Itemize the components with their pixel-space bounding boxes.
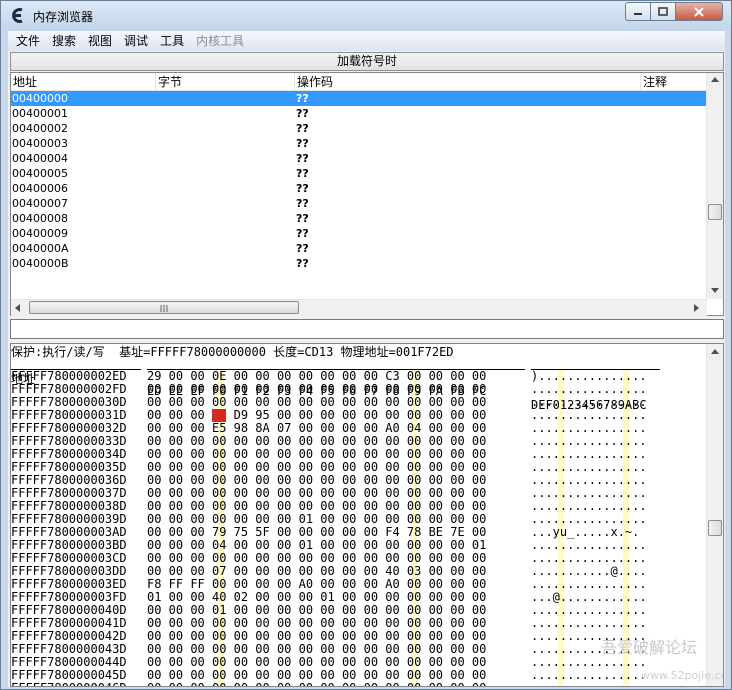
row-opcode: ?? <box>296 152 309 165</box>
disassembler-row[interactable]: 00400009?? <box>11 226 708 241</box>
menu-view[interactable]: 视图 <box>82 31 118 51</box>
hex-byte[interactable]: 00 <box>212 682 226 687</box>
address-input[interactable] <box>10 319 724 339</box>
watermark-url: www.52pojie.cn <box>641 669 728 682</box>
disassembler-row[interactable]: 00400008?? <box>11 211 708 226</box>
disassembler-rows: 00400000?? 00400001?? 00400002?? 00400003??… <box>11 91 708 271</box>
disassembler-row[interactable]: 00400004?? <box>11 151 708 166</box>
column-bytes[interactable]: 字节 <box>156 73 295 91</box>
row-address: 00400000 <box>12 92 68 105</box>
disassembler-header: 地址 字节 操作码 注释 <box>11 73 707 91</box>
column-comment[interactable]: 注释 <box>641 73 707 91</box>
memory-viewer-window: 内存浏览器 文件 搜索 视图 调试 工具 内核工具 加载符号时 地址 字节 操作… <box>0 0 732 690</box>
close-button[interactable] <box>675 2 723 21</box>
disassembler-vscroll-thumb[interactable] <box>708 204 722 220</box>
row-address: 0040000B <box>12 257 69 270</box>
hex-byte[interactable]: 00 <box>255 682 269 687</box>
disassembler-row[interactable]: 00400007?? <box>11 196 708 211</box>
disassembler-row[interactable]: 00400000?? <box>11 91 708 106</box>
row-opcode: ?? <box>296 92 309 105</box>
hex-row-address: FFFFF7800000046D <box>11 682 127 687</box>
row-opcode: ?? <box>296 212 309 225</box>
scroll-left-icon[interactable] <box>15 304 20 312</box>
hex-byte[interactable]: 00 <box>277 682 291 687</box>
hex-row-ascii: ................ <box>531 682 647 687</box>
minimize-button[interactable] <box>625 2 651 21</box>
hex-info-line: 保护:执行/读/写 基址=FFFFF78000000000 长度=CD13 物理… <box>11 345 454 359</box>
row-opcode: ?? <box>296 257 309 270</box>
row-address: 00400009 <box>12 227 68 240</box>
hex-byte[interactable]: 00 <box>342 682 356 687</box>
column-opcode[interactable]: 操作码 <box>295 73 641 91</box>
row-opcode: ?? <box>296 107 309 120</box>
disassembler-row[interactable]: 00400003?? <box>11 136 708 151</box>
row-address: 00400003 <box>12 137 68 150</box>
hex-vscrollbar[interactable] <box>706 344 723 686</box>
hex-byte[interactable]: 00 <box>320 682 334 687</box>
hex-byte[interactable]: 00 <box>190 682 204 687</box>
disassembler-row[interactable]: 0040000A?? <box>11 241 708 256</box>
client-area: 文件 搜索 视图 调试 工具 内核工具 加载符号时 地址 字节 操作码 注释 0… <box>8 31 725 687</box>
disassembler-hscroll-thumb[interactable] <box>29 301 299 314</box>
hex-byte[interactable]: 00 <box>407 682 421 687</box>
disassembler-row[interactable]: 0040000B?? <box>11 256 708 271</box>
disassembler-row[interactable]: 00400005?? <box>11 166 708 181</box>
row-address: 00400002 <box>12 122 68 135</box>
row-address: 0040000A <box>12 242 69 255</box>
menu-debug[interactable]: 调试 <box>118 31 154 51</box>
disassembler-row[interactable]: 00400002?? <box>11 121 708 136</box>
column-address[interactable]: 地址 <box>11 73 156 91</box>
maximize-icon <box>658 7 668 16</box>
cheat-engine-icon <box>12 8 23 23</box>
row-opcode: ?? <box>296 167 309 180</box>
disassembler-row[interactable]: 00400001?? <box>11 106 708 121</box>
watermark-text: 吾爱破解论坛 <box>601 638 698 657</box>
hex-byte[interactable]: 00 <box>299 682 313 687</box>
row-opcode: ?? <box>296 122 309 135</box>
row-address: 00400001 <box>12 107 68 120</box>
menu-file[interactable]: 文件 <box>10 31 46 51</box>
hex-byte[interactable]: 00 <box>147 682 161 687</box>
hex-byte[interactable]: 00 <box>429 682 443 687</box>
row-address: 00400006 <box>12 182 68 195</box>
symbols-status-bar[interactable]: 加载符号时 <box>10 52 724 71</box>
row-address: 00400007 <box>12 197 68 210</box>
hex-byte[interactable]: 00 <box>450 682 464 687</box>
menu-bar: 文件 搜索 视图 调试 工具 内核工具 <box>8 31 725 51</box>
scroll-down-icon[interactable] <box>711 288 719 293</box>
disassembler-row[interactable]: 00400006?? <box>11 181 708 196</box>
menu-kernel-tools: 内核工具 <box>196 34 245 48</box>
maximize-button[interactable] <box>650 2 676 21</box>
scroll-up-icon[interactable] <box>711 77 719 82</box>
row-address: 00400005 <box>12 167 68 180</box>
row-opcode: ?? <box>296 137 309 150</box>
title-bar[interactable]: 内存浏览器 <box>1 1 731 31</box>
hex-byte[interactable]: 00 <box>385 682 399 687</box>
minimize-icon <box>634 12 642 15</box>
hex-byte[interactable]: 00 <box>234 682 248 687</box>
scroll-right-icon[interactable] <box>694 304 699 312</box>
window-title: 内存浏览器 <box>33 10 94 24</box>
hex-byte[interactable]: 00 <box>472 682 486 687</box>
row-address: 00400004 <box>12 152 68 165</box>
row-opcode: ?? <box>296 242 309 255</box>
menu-search[interactable]: 搜索 <box>46 31 82 51</box>
disassembler-list[interactable]: 地址 字节 操作码 注释 00400000?? 00400001?? 0040000… <box>10 72 724 316</box>
row-opcode: ?? <box>296 182 309 195</box>
menu-tools[interactable]: 工具 <box>154 31 190 51</box>
row-opcode: ?? <box>296 227 309 240</box>
disassembler-vscrollbar[interactable] <box>706 73 723 299</box>
row-opcode: ?? <box>296 197 309 210</box>
disassembler-hscrollbar[interactable] <box>11 299 707 316</box>
row-address: 00400008 <box>12 212 68 225</box>
hex-byte[interactable]: 00 <box>169 682 183 687</box>
grip-icon <box>160 305 168 312</box>
hex-byte[interactable]: 00 <box>364 682 378 687</box>
close-icon <box>694 6 704 17</box>
hex-vscroll-thumb[interactable] <box>708 520 722 536</box>
scroll-up-icon[interactable] <box>711 349 719 354</box>
